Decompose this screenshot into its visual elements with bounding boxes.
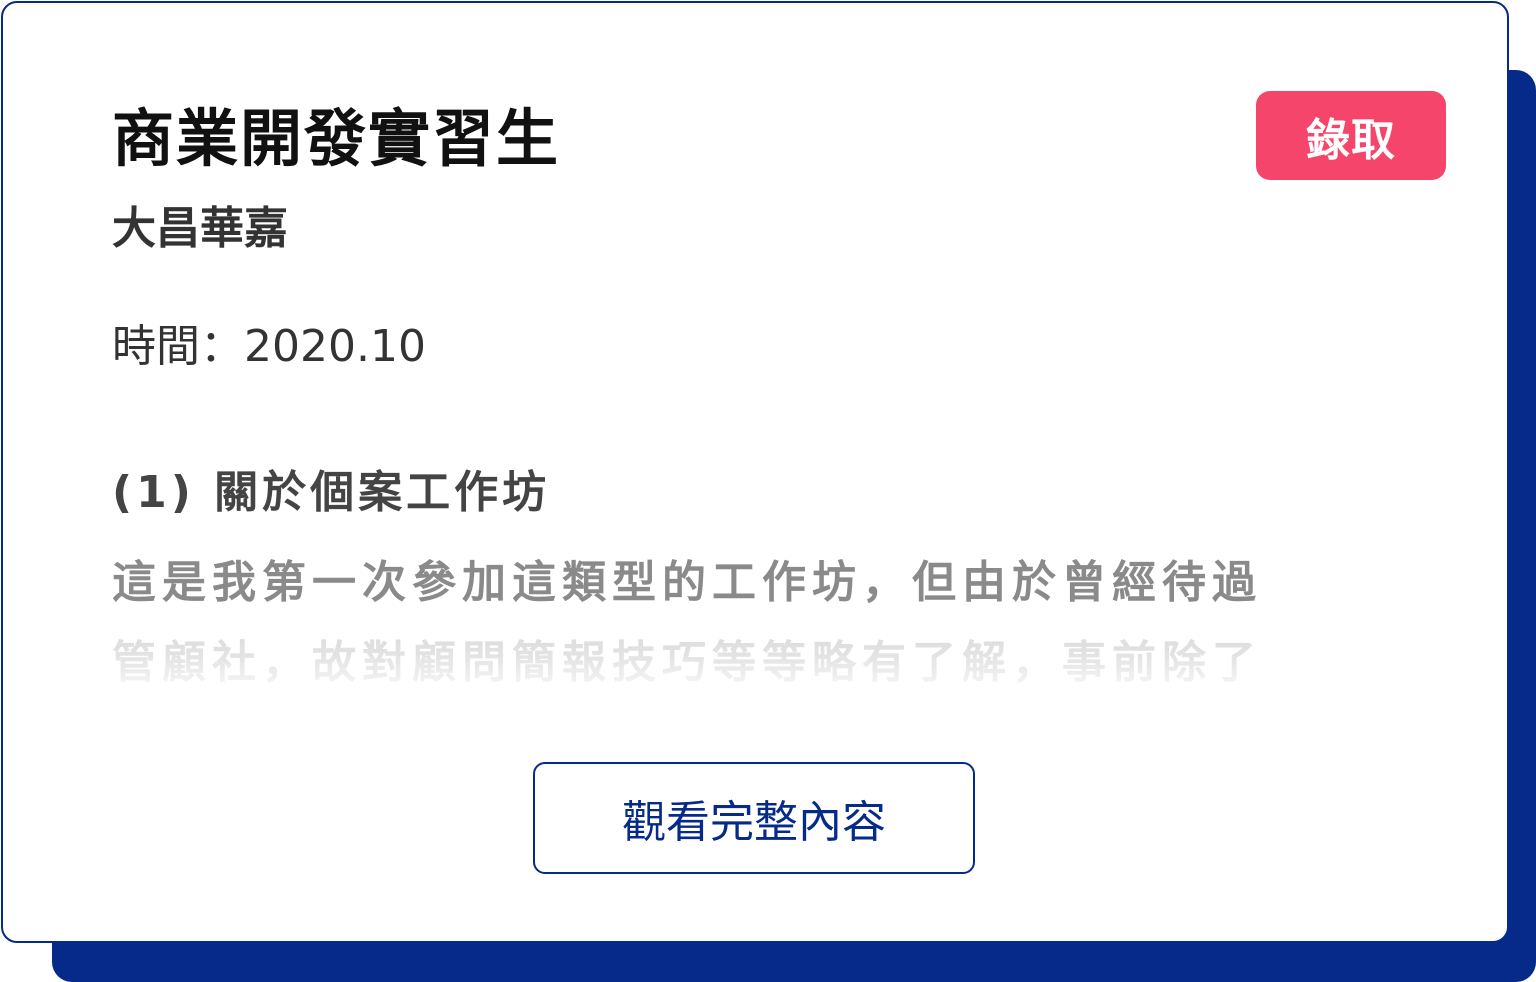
status-badge: 錄取 xyxy=(1256,91,1446,180)
company-name: 大昌華嘉 xyxy=(112,203,288,254)
excerpt-line: 管顧社，故對顧問簡報技巧等等略有了解，事前除了 xyxy=(112,637,1262,688)
page: 商業開發實習生 錄取 大昌華嘉 時間：2020.10 (1) 關於個案工作坊 這… xyxy=(0,0,1536,982)
section-heading: (1) 關於個案工作坊 xyxy=(112,467,551,518)
job-title: 商業開發實習生 xyxy=(112,102,561,175)
excerpt: 這是我第一次參加這類型的工作坊，但由於曾經待過 管顧社，故對顧問簡報技巧等等略有… xyxy=(112,543,1372,693)
date-value: 2020.10 xyxy=(244,321,426,372)
view-full-content-button[interactable]: 觀看完整內容 xyxy=(533,762,975,874)
date-row: 時間：2020.10 xyxy=(112,317,426,377)
excerpt-line: 這是我第一次參加這類型的工作坊，但由於曾經待過 xyxy=(112,557,1262,608)
experience-card: 商業開發實習生 錄取 大昌華嘉 時間：2020.10 (1) 關於個案工作坊 這… xyxy=(1,1,1509,943)
date-label: 時間： xyxy=(112,321,244,372)
